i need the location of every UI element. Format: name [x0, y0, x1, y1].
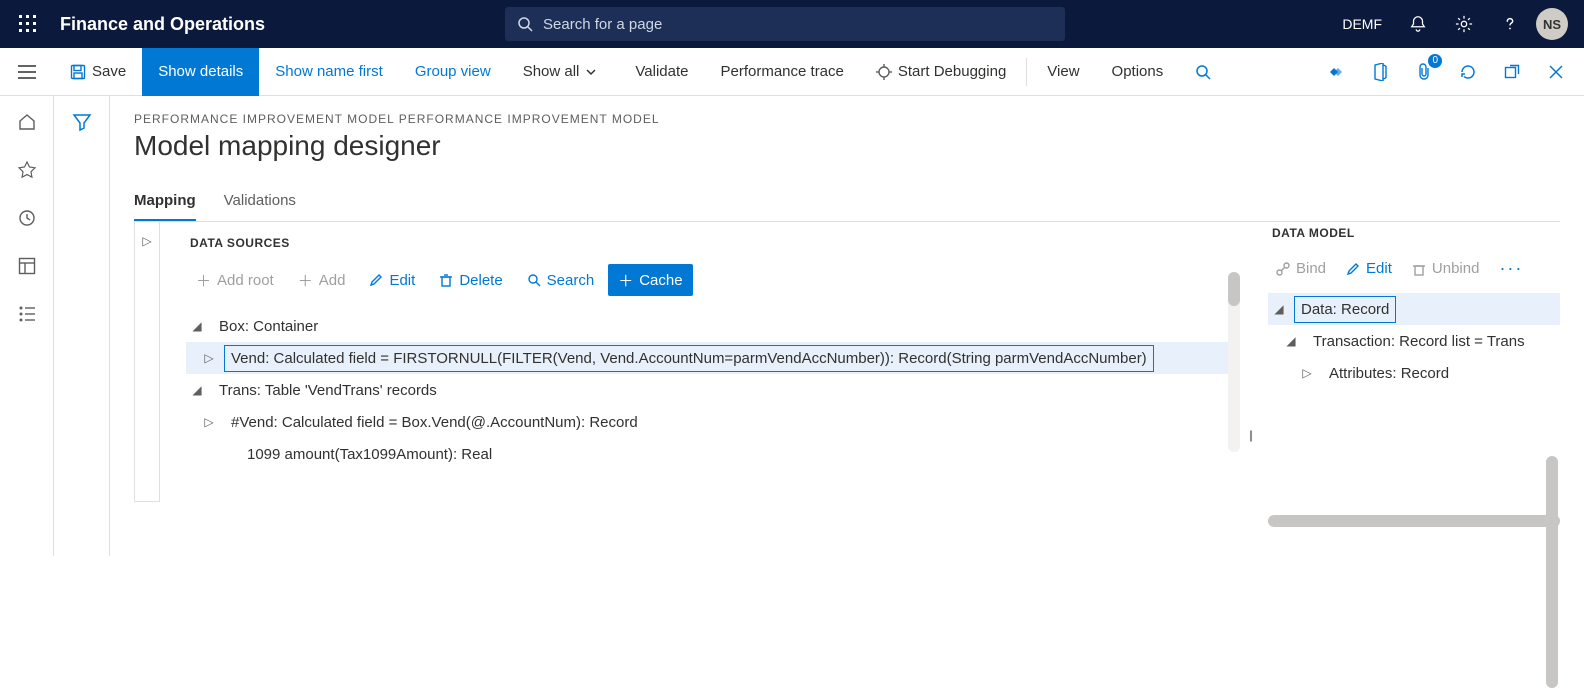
tree-row[interactable]: 1099 amount(Tax1099Amount): Real	[186, 438, 1240, 470]
bind-button[interactable]: Bind	[1268, 256, 1334, 281]
dm-edit-button[interactable]: Edit	[1338, 256, 1400, 281]
tab-validations[interactable]: Validations	[224, 182, 296, 221]
performance-trace-button[interactable]: Performance trace	[704, 48, 859, 96]
action-bar: Save Show details Show name first Group …	[0, 48, 1584, 96]
more-icon[interactable]: ···	[1491, 254, 1531, 283]
add-button[interactable]: ＋Add	[288, 264, 356, 296]
pencil-icon	[1346, 262, 1360, 276]
workspace-icon[interactable]	[7, 246, 47, 286]
tabs: Mapping Validations	[134, 182, 1560, 222]
global-search[interactable]: Search for a page	[505, 7, 1065, 41]
attachment-icon[interactable]: 0	[1404, 52, 1444, 92]
filter-column	[54, 96, 110, 556]
chevron-down-icon	[585, 66, 597, 78]
view-button[interactable]: View	[1031, 48, 1095, 96]
tree-row[interactable]: ◢Box: Container	[186, 310, 1240, 342]
collapser-left[interactable]: ▷	[134, 222, 160, 502]
ds-search-button[interactable]: Search	[517, 264, 605, 296]
caret-right-icon[interactable]: ▷	[202, 415, 216, 429]
cache-button[interactable]: ＋Cache	[608, 264, 692, 296]
caret-down-icon[interactable]: ◢	[190, 319, 204, 333]
add-root-button[interactable]: ＋Add root	[186, 264, 284, 296]
home-icon[interactable]	[7, 102, 47, 142]
data-model-panel: DATA MODEL Bind Edit Unbind ··· ◢Data: R…	[1260, 222, 1560, 527]
plus-icon: ＋	[618, 270, 633, 291]
scrollbar-thumb[interactable]	[1228, 272, 1240, 306]
save-button[interactable]: Save	[54, 48, 142, 96]
search-icon	[1195, 64, 1211, 80]
caret-right-icon[interactable]: ▷	[1300, 366, 1314, 380]
tree-row[interactable]: ▷#Vend: Calculated field = Box.Vend(@.Ac…	[186, 406, 1240, 438]
caret-right-icon[interactable]: ▷	[202, 351, 216, 365]
menu-toggle-icon[interactable]	[0, 48, 54, 96]
separator	[1026, 58, 1027, 86]
close-icon[interactable]	[1536, 52, 1576, 92]
start-debugging-button[interactable]: Start Debugging	[860, 48, 1022, 96]
gear-icon[interactable]	[1444, 4, 1484, 44]
options-button[interactable]: Options	[1096, 48, 1180, 96]
office-icon[interactable]	[1360, 52, 1400, 92]
delete-button[interactable]: Delete	[429, 264, 512, 296]
link-icon[interactable]	[1316, 52, 1356, 92]
filter-icon[interactable]	[72, 112, 92, 132]
data-sources-heading: DATA SOURCES	[190, 236, 1240, 250]
caret-down-icon[interactable]: ◢	[1272, 302, 1286, 316]
plus-icon: ＋	[196, 270, 211, 291]
vertical-scrollbar[interactable]	[1546, 456, 1558, 688]
left-rail	[0, 96, 54, 556]
data-model-tree: ◢Data: Record ◢Transaction: Record list …	[1268, 293, 1560, 389]
refresh-icon[interactable]	[1448, 52, 1488, 92]
unbind-button[interactable]: Unbind	[1404, 256, 1488, 281]
trash-icon	[439, 273, 453, 287]
tree-row-selected[interactable]: ◢Data: Record	[1268, 293, 1560, 325]
caret-down-icon[interactable]: ◢	[1284, 334, 1298, 348]
recent-icon[interactable]	[7, 198, 47, 238]
plus-icon: ＋	[298, 270, 313, 291]
top-nav: Finance and Operations Search for a page…	[0, 0, 1584, 48]
tree-row[interactable]: ◢Transaction: Record list = Trans	[1268, 325, 1560, 357]
pencil-icon	[369, 273, 383, 287]
data-model-heading: DATA MODEL	[1272, 222, 1560, 240]
breadcrumb: PERFORMANCE IMPROVEMENT MODEL PERFORMANC…	[134, 112, 1560, 126]
page-title: Model mapping designer	[134, 130, 1560, 162]
caret-down-icon[interactable]: ◢	[190, 383, 204, 397]
star-icon[interactable]	[7, 150, 47, 190]
search-placeholder: Search for a page	[543, 16, 662, 33]
debug-icon	[876, 64, 892, 80]
search-icon	[517, 16, 533, 32]
app-launcher-icon[interactable]	[8, 4, 48, 44]
bell-icon[interactable]	[1398, 4, 1438, 44]
company-code[interactable]: DEMF	[1332, 16, 1392, 32]
show-name-first-button[interactable]: Show name first	[259, 48, 399, 96]
tree-row-selected[interactable]: ▷Vend: Calculated field = FIRSTORNULL(FI…	[186, 342, 1240, 374]
popout-icon[interactable]	[1492, 52, 1532, 92]
find-button[interactable]	[1179, 48, 1227, 96]
vertical-scrollbar[interactable]	[1228, 272, 1240, 452]
data-sources-tree: ◢Box: Container ▷Vend: Calculated field …	[186, 310, 1240, 470]
tree-row[interactable]: ◢Trans: Table 'VendTrans' records	[186, 374, 1240, 406]
link-icon	[1276, 262, 1290, 276]
show-details-button[interactable]: Show details	[142, 48, 259, 96]
attachment-badge: 0	[1428, 54, 1442, 68]
validate-button[interactable]: Validate	[619, 48, 704, 96]
tab-mapping[interactable]: Mapping	[134, 182, 196, 221]
main-content: PERFORMANCE IMPROVEMENT MODEL PERFORMANC…	[110, 96, 1584, 556]
modules-icon[interactable]	[7, 294, 47, 334]
splitter-handle[interactable]: ||	[1240, 222, 1260, 527]
show-all-button[interactable]: Show all	[507, 48, 620, 96]
group-view-button[interactable]: Group view	[399, 48, 507, 96]
search-icon	[527, 273, 541, 287]
tree-row[interactable]: ▷Attributes: Record	[1268, 357, 1560, 389]
horizontal-scrollbar[interactable]	[1268, 515, 1560, 527]
brand-label: Finance and Operations	[60, 14, 265, 35]
edit-button[interactable]: Edit	[359, 264, 425, 296]
trash-icon	[1412, 262, 1426, 276]
save-icon	[70, 64, 86, 80]
avatar[interactable]: NS	[1536, 8, 1568, 40]
data-sources-panel: ▷ DATA SOURCES ＋Add root ＋Add Edit Delet…	[134, 222, 1240, 527]
help-icon[interactable]	[1490, 4, 1530, 44]
